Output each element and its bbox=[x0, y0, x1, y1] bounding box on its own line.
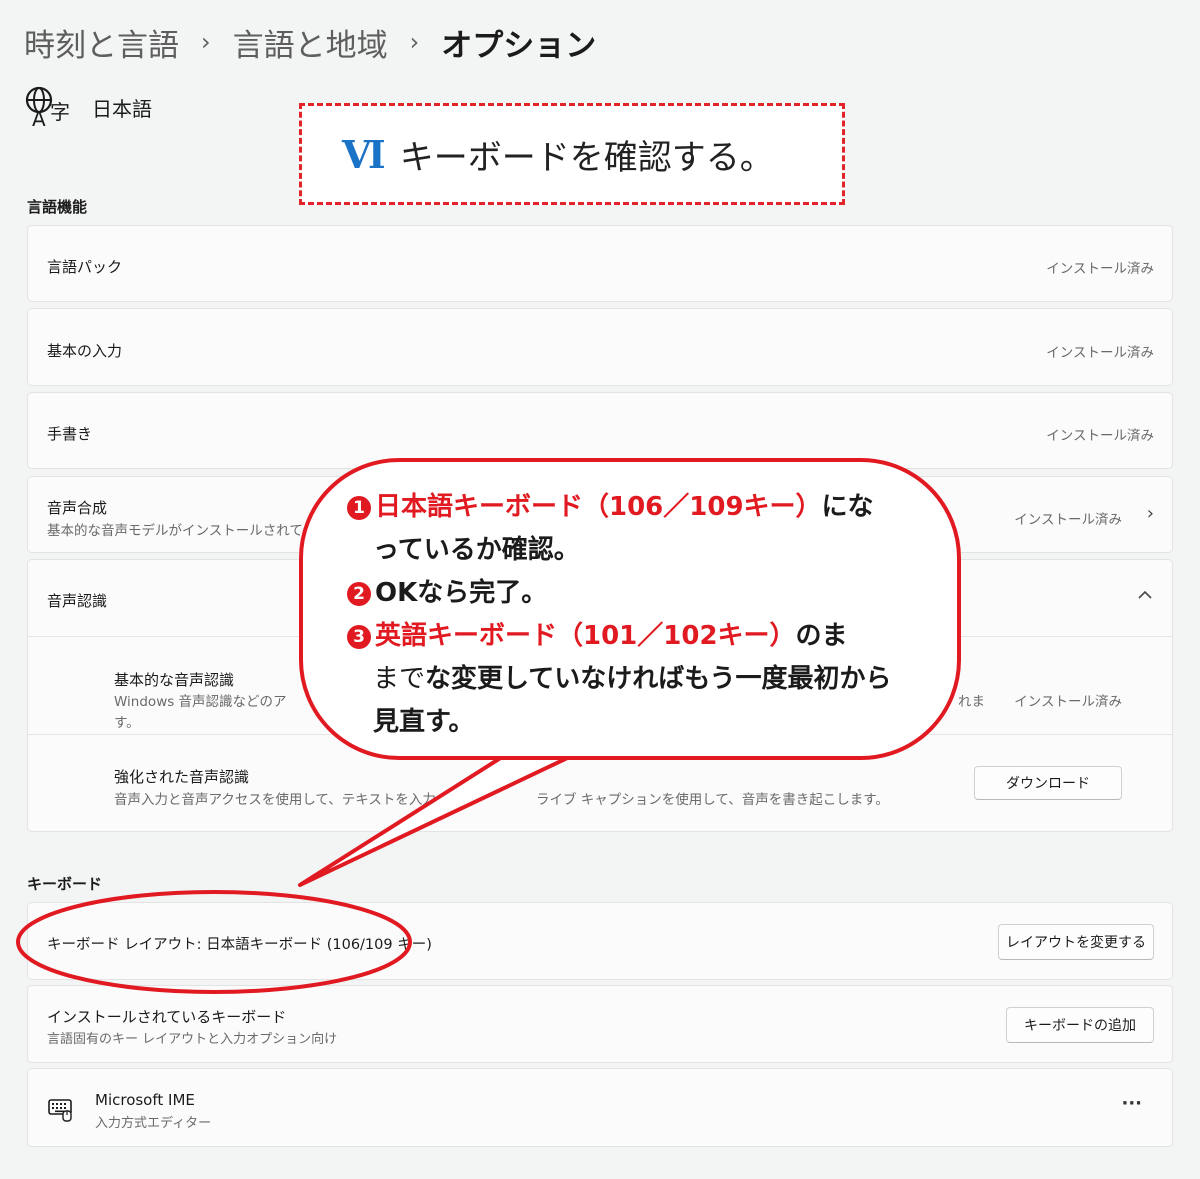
instruction-text-segment: な変更していなければもう一度最初から bbox=[425, 664, 892, 694]
instruction-line-2: っているか確認。 bbox=[373, 535, 580, 565]
instruction-text-segment: OKなら完了。 bbox=[375, 578, 548, 608]
step-marker: 1 bbox=[347, 496, 371, 520]
bubble-pointer-mask bbox=[498, 744, 594, 756]
instruction-highlight: 英語キーボード（101／102キー） bbox=[375, 621, 796, 651]
instruction-line-3: 2 OKなら完了。 bbox=[347, 572, 947, 615]
instruction-line-6: 見直す。 bbox=[373, 707, 475, 737]
instruction-text: 1 日本語キーボード（106／109キー）にな っているか確認。 2 OKなら完了。… bbox=[347, 486, 947, 744]
instruction-highlight: 日本語キーボード（106／109キー） bbox=[375, 492, 822, 522]
bubble-pointer bbox=[298, 750, 582, 887]
step-marker: 2 bbox=[347, 582, 371, 606]
instruction-text-segment: のま bbox=[795, 621, 848, 651]
instruction-text-segment: にな bbox=[821, 492, 874, 522]
instruction-line-1: 1 日本語キーボード（106／109キー）にな bbox=[347, 486, 947, 529]
instruction-line-5: までな変更していなければもう一度最初から bbox=[347, 658, 947, 701]
instruction-line-4: 3 英語キーボード（101／102キー）のま bbox=[347, 615, 947, 658]
step-marker: 3 bbox=[347, 625, 371, 649]
highlight-ellipse bbox=[16, 890, 412, 994]
instruction-text-segment: まで bbox=[373, 664, 426, 694]
